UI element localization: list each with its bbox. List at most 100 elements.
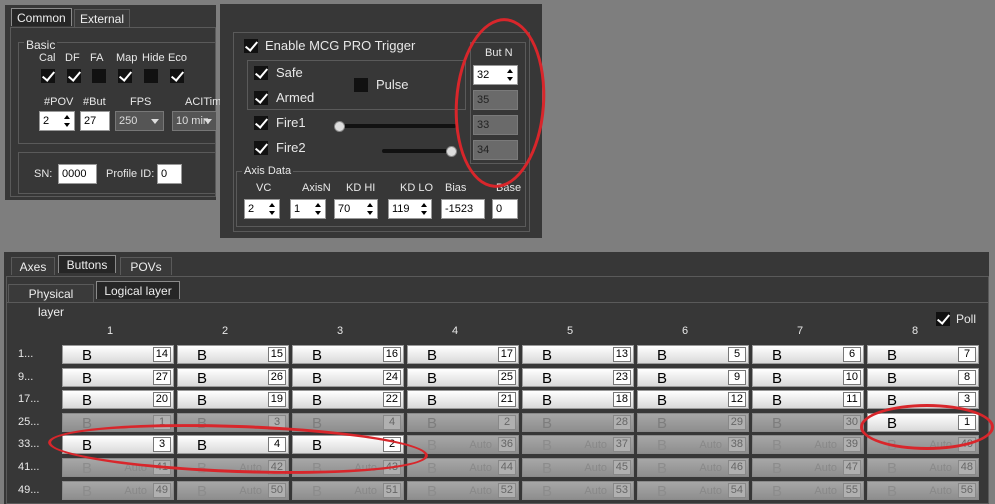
button-number[interactable]: 30 — [842, 414, 861, 430]
button-number[interactable]: 37 — [612, 437, 631, 453]
button-map-cell[interactable]: B7 — [867, 345, 979, 364]
button-number[interactable]: 4 — [383, 414, 401, 430]
button-map-cell[interactable]: B6 — [752, 345, 864, 364]
button-map-cell[interactable]: Auto B 37 — [522, 435, 634, 455]
button-number[interactable]: 5 — [728, 347, 746, 362]
button-number[interactable]: 45 — [612, 460, 631, 475]
button-map-cell[interactable]: B8 — [867, 367, 979, 387]
button-number[interactable]: 23 — [612, 369, 631, 385]
acl-time-select[interactable]: 10 min — [172, 111, 216, 131]
button-number[interactable]: 20 — [152, 392, 171, 408]
tab-external[interactable]: External — [74, 9, 131, 27]
button-number[interactable]: 25 — [497, 369, 516, 385]
subtab-logical-layer[interactable]: Logical layer — [96, 281, 180, 299]
button-map-cell[interactable]: B 30 — [752, 412, 864, 432]
button-map-cell[interactable]: B 27 — [62, 367, 174, 387]
axis-value-3[interactable]: 119 — [388, 199, 432, 219]
button-map-cell[interactable]: B 16 — [292, 345, 404, 364]
spinner-arrows-icon[interactable] — [63, 113, 72, 129]
button-map-cell[interactable]: B 13 — [522, 345, 634, 364]
button-number[interactable]: 2 — [498, 414, 516, 430]
button-number[interactable]: 46 — [727, 460, 746, 475]
button-number[interactable]: 22 — [382, 392, 401, 408]
button-number[interactable]: 10 — [842, 369, 861, 385]
spinner-arrows-icon[interactable] — [420, 201, 429, 217]
fire2-slider-handle[interactable] — [446, 146, 457, 157]
fire2-checkbox[interactable] — [254, 141, 268, 155]
button-map-cell[interactable]: B 19 — [177, 390, 289, 410]
flag-checkbox-cal[interactable] — [41, 69, 55, 83]
button-number[interactable]: 36 — [497, 437, 516, 453]
button-map-cell[interactable]: Auto B 50 — [177, 480, 289, 500]
button-map-cell[interactable]: Auto B 47 — [752, 458, 864, 477]
button-map-cell[interactable]: Auto B 38 — [637, 435, 749, 455]
button-map-cell[interactable]: B 29 — [637, 412, 749, 432]
button-map-cell[interactable]: Auto B 52 — [407, 480, 519, 500]
button-number[interactable]: 56 — [957, 482, 976, 498]
button-number[interactable]: 21 — [497, 392, 516, 408]
button-map-cell[interactable]: Auto B 53 — [522, 480, 634, 500]
button-number[interactable]: 11 — [843, 392, 861, 408]
button-map-cell[interactable]: B 10 — [752, 367, 864, 387]
button-map-cell[interactable]: B5 — [637, 345, 749, 364]
button-map-cell[interactable]: B 28 — [522, 412, 634, 432]
subtab-physical-layer[interactable]: Physical layer — [8, 284, 94, 319]
tab-povs[interactable]: POVs — [120, 257, 172, 275]
button-number[interactable]: 53 — [612, 482, 631, 498]
button-number[interactable]: 16 — [382, 347, 401, 362]
button-map-cell[interactable]: B 15 — [177, 345, 289, 364]
enable-mcg-checkbox[interactable] — [244, 39, 258, 53]
button-number[interactable]: 47 — [842, 460, 861, 475]
button-number[interactable]: 24 — [382, 369, 401, 385]
flag-checkbox-hide[interactable] — [144, 69, 158, 83]
axis-value-1[interactable]: 1 — [290, 199, 326, 219]
flag-checkbox-eco[interactable] — [170, 69, 184, 83]
button-map-cell[interactable]: B2 — [407, 412, 519, 432]
button-number[interactable]: 38 — [727, 437, 746, 453]
button-number[interactable]: 39 — [842, 437, 861, 453]
button-map-cell[interactable]: Auto B 46 — [637, 458, 749, 477]
button-number[interactable]: 15 — [267, 347, 286, 362]
axis-value-5[interactable]: 0 — [492, 199, 518, 219]
button-map-cell[interactable]: B 18 — [522, 390, 634, 410]
button-number[interactable]: 14 — [152, 347, 171, 362]
button-map-cell[interactable]: Auto B 49 — [62, 480, 174, 500]
fire1-slider[interactable] — [334, 124, 456, 128]
button-count-field[interactable]: 27 — [80, 111, 110, 131]
tab-axes[interactable]: Axes — [11, 257, 55, 275]
button-map-cell[interactable]: Auto B 54 — [637, 480, 749, 500]
button-number[interactable]: 13 — [612, 347, 631, 362]
button-map-cell[interactable]: B 14 — [62, 345, 174, 364]
button-number[interactable]: 44 — [497, 460, 516, 475]
button-number[interactable]: 9 — [728, 369, 746, 385]
button-number[interactable]: 8 — [958, 369, 976, 385]
flag-checkbox-fa[interactable] — [92, 69, 106, 83]
button-map-cell[interactable]: B 12 — [637, 390, 749, 410]
button-map-cell[interactable]: B 20 — [62, 390, 174, 410]
button-number[interactable]: 27 — [152, 369, 171, 385]
fire2-slider[interactable] — [382, 149, 456, 153]
armed-checkbox[interactable] — [254, 91, 268, 105]
spinner-arrows-icon[interactable] — [268, 201, 277, 217]
button-number[interactable]: 51 — [382, 482, 401, 498]
pov-count-spinner[interactable]: 2 — [39, 111, 75, 131]
flag-checkbox-df[interactable] — [67, 69, 81, 83]
button-map-cell[interactable]: B 17 — [407, 345, 519, 364]
axis-value-2[interactable]: 70 — [334, 199, 378, 219]
button-number[interactable]: 52 — [497, 482, 516, 498]
button-map-cell[interactable]: B 21 — [407, 390, 519, 410]
button-map-cell[interactable]: B 25 — [407, 367, 519, 387]
button-map-cell[interactable]: Auto B 48 — [867, 458, 979, 477]
tab-buttons[interactable]: Buttons — [58, 255, 116, 273]
button-number[interactable]: 12 — [727, 392, 746, 408]
button-map-cell[interactable]: Auto B 39 — [752, 435, 864, 455]
button-number[interactable]: 3 — [958, 392, 976, 408]
sn-field[interactable]: 0000 — [58, 164, 97, 184]
button-map-cell[interactable]: Auto B 44 — [407, 458, 519, 477]
button-map-cell[interactable]: Auto B 56 — [867, 480, 979, 500]
button-map-cell[interactable]: B 22 — [292, 390, 404, 410]
button-map-cell[interactable]: B 26 — [177, 367, 289, 387]
button-number[interactable]: 7 — [958, 347, 976, 362]
tab-common[interactable]: Common — [11, 8, 72, 26]
fps-select[interactable]: 250 — [115, 111, 164, 131]
